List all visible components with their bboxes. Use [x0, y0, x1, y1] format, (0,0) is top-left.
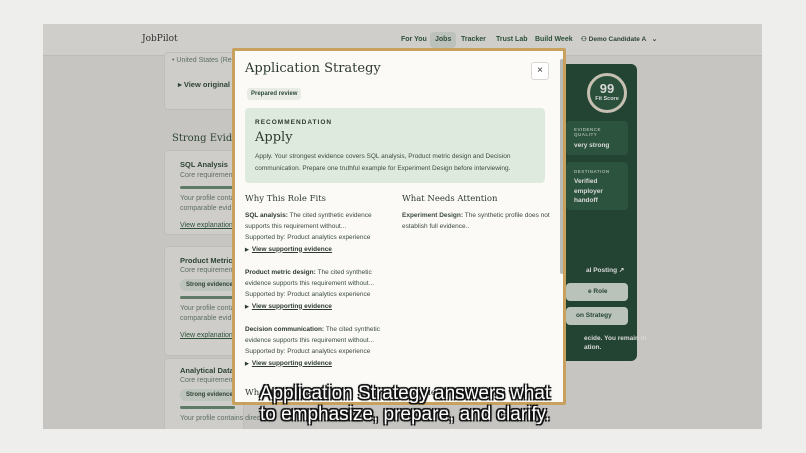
- dialog-title: Application Strategy: [245, 61, 381, 76]
- fit-item: Product metric design: The cited synthet…: [245, 268, 390, 312]
- view-supporting-evidence-link[interactable]: ▶ View supporting evidence: [245, 245, 390, 256]
- triangle-right-icon: ▶: [245, 303, 249, 310]
- fit-item: Decision communication: The cited synthe…: [245, 325, 390, 369]
- recommendation-caption: RECOMMENDATION: [255, 119, 333, 126]
- attention-item: Experiment Design: The synthetic profile…: [402, 211, 552, 232]
- triangle-right-icon: ▶: [245, 246, 249, 253]
- fit-item: SQL analysis: The cited synthetic eviden…: [245, 211, 390, 255]
- fit-support: Supported by: Product analytics experien…: [245, 348, 371, 355]
- view-supporting-evidence-link[interactable]: ▶ View supporting evidence: [245, 359, 390, 370]
- view-supporting-evidence-link[interactable]: ▶ View supporting evidence: [245, 302, 390, 313]
- video-caption: Application Strategy answers what to emp…: [259, 383, 551, 425]
- fit-skill: SQL analysis:: [245, 212, 288, 219]
- close-button[interactable]: ×: [531, 62, 549, 80]
- why-role-fits-heading: Why This Role Fits: [245, 194, 327, 204]
- triangle-right-icon: ▶: [245, 360, 249, 367]
- recommendation-box: RECOMMENDATION Apply Apply. Your stronge…: [245, 108, 545, 183]
- close-icon: ×: [537, 65, 543, 76]
- fit-skill: Decision communication:: [245, 326, 325, 333]
- dialog-scrollbar[interactable]: [560, 59, 563, 274]
- attention-skill: Experiment Design:: [402, 212, 464, 219]
- browser-viewport: JobPilot For You Jobs Tracker Trust Lab …: [43, 24, 762, 429]
- application-strategy-dialog: Application Strategy × Prepared review R…: [232, 48, 566, 405]
- what-needs-attention-heading: What Needs Attention: [402, 194, 498, 204]
- fit-support: Supported by: Product analytics experien…: [245, 234, 371, 241]
- fit-skill: Product metric design:: [245, 269, 316, 276]
- prepared-review-badge: Prepared review: [247, 88, 302, 100]
- fit-support: Supported by: Product analytics experien…: [245, 291, 371, 298]
- recommendation-text: Apply. Your strongest evidence covers SQ…: [255, 153, 511, 172]
- recommendation-value: Apply: [255, 130, 293, 145]
